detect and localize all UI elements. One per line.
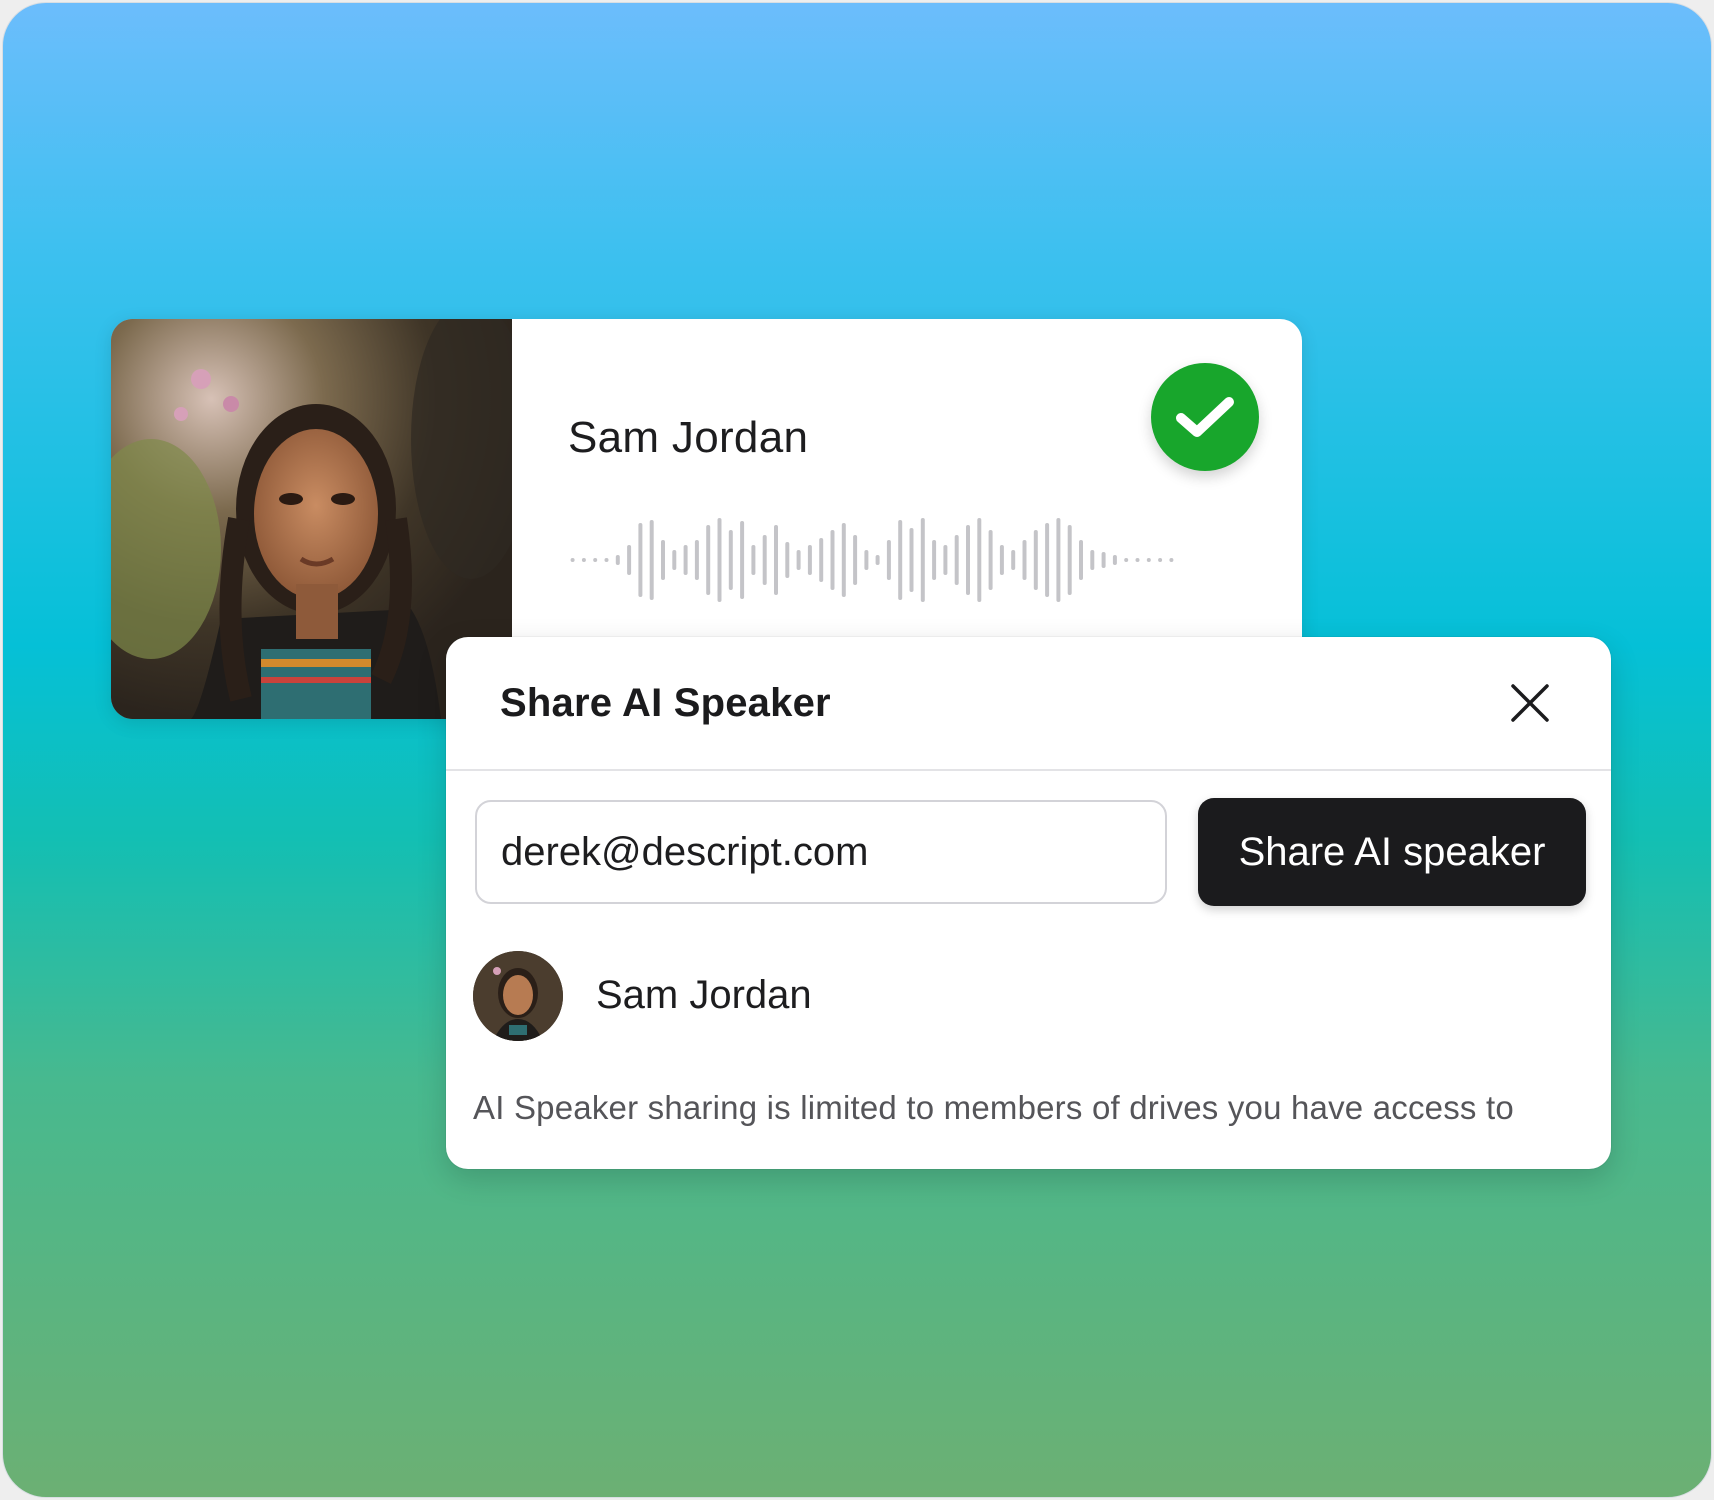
close-button[interactable] (1504, 677, 1556, 729)
waveform-bar (1056, 518, 1061, 602)
waveform-bar (954, 535, 959, 585)
waveform-bar (1090, 550, 1095, 570)
waveform-bar (1033, 530, 1038, 590)
audio-waveform (570, 518, 1174, 602)
waveform-bar (977, 518, 982, 602)
member-name: Sam Jordan (596, 973, 812, 1017)
waveform-bar (661, 540, 665, 580)
waveform-bar (1101, 552, 1106, 568)
dialog-header: Share AI Speaker (446, 637, 1611, 771)
speaker-name: Sam Jordan (568, 413, 809, 462)
waveform-bar (694, 540, 699, 580)
sharing-note: AI Speaker sharing is limited to members… (473, 1089, 1514, 1126)
waveform-bar (638, 523, 643, 597)
waveform-bar (830, 530, 835, 590)
waveform-bar (1146, 558, 1151, 562)
waveform-bar (864, 550, 869, 570)
waveform-bar (570, 558, 575, 562)
waveform-bar (604, 558, 609, 562)
member-row: Sam Jordan (473, 951, 1173, 1043)
waveform-bar (999, 545, 1004, 575)
waveform-bar (920, 518, 925, 602)
waveform-bar (1067, 525, 1072, 595)
background-frame: Sam Jordan Share AI Speaker Share AI spe… (2, 2, 1712, 1498)
waveform-bar (1112, 555, 1117, 565)
waveform-bar (1022, 540, 1027, 580)
waveform-bar (649, 520, 654, 600)
waveform-bar (1135, 558, 1140, 562)
waveform-bar (762, 535, 767, 585)
waveform-bar (774, 525, 778, 595)
waveform-bar (1045, 523, 1050, 597)
share-ai-speaker-dialog: Share AI Speaker Share AI speaker (446, 637, 1611, 1169)
waveform-bar (909, 528, 914, 592)
waveform-bar (1124, 558, 1129, 562)
waveform-bar (853, 535, 858, 585)
waveform-bar (932, 540, 937, 580)
close-icon (1511, 684, 1549, 722)
waveform-bar (740, 521, 745, 599)
waveform-bar (898, 520, 903, 600)
waveform-bar (615, 555, 620, 565)
checkmark-icon (1176, 397, 1234, 437)
waveform-bar (785, 542, 790, 578)
waveform-bar (593, 558, 598, 562)
waveform-bar (1011, 550, 1016, 570)
waveform-bar (581, 558, 586, 562)
waveform-bar (875, 555, 880, 565)
dialog-title: Share AI Speaker (500, 681, 831, 725)
waveform-bar (672, 550, 677, 570)
waveform-bar (966, 525, 970, 595)
waveform-bar (751, 545, 756, 575)
waveform-bar (627, 545, 632, 575)
email-input[interactable] (475, 800, 1167, 904)
share-ai-speaker-button[interactable]: Share AI speaker (1198, 798, 1586, 906)
waveform-bar (988, 530, 993, 590)
waveform-bar (886, 540, 891, 580)
waveform-bar (807, 545, 812, 575)
waveform-bar (1169, 558, 1174, 562)
waveform-bar (728, 530, 733, 590)
waveform-bar (1079, 540, 1083, 580)
verified-check-badge (1151, 363, 1259, 471)
avatar (473, 951, 563, 1041)
waveform-bar (683, 545, 688, 575)
waveform-bar (819, 538, 824, 582)
waveform-bar (1158, 558, 1163, 562)
waveform-bar (706, 525, 711, 595)
waveform-bar (943, 545, 948, 575)
waveform-bar (796, 550, 801, 570)
waveform-bar (841, 523, 846, 597)
waveform-bar (717, 518, 722, 602)
